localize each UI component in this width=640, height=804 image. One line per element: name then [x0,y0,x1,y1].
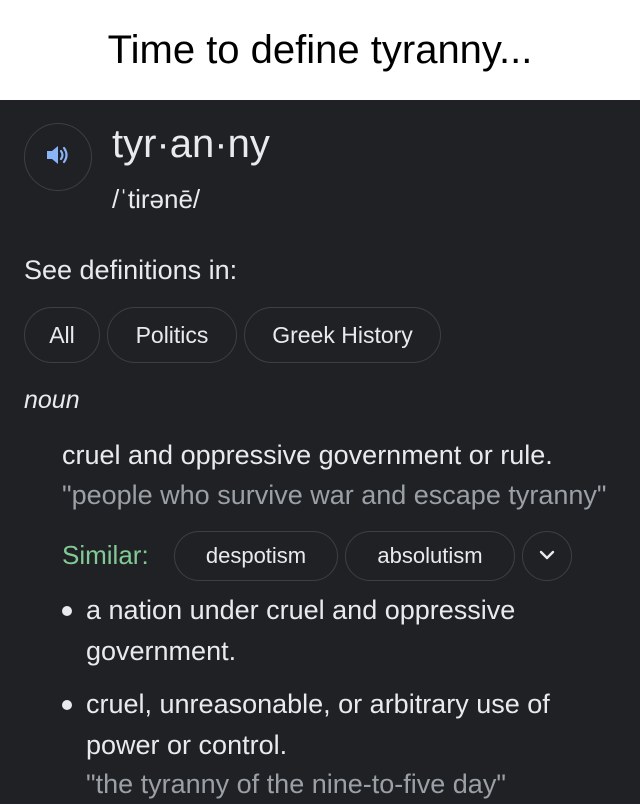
definition-text: cruel and oppressive government or rule. [62,440,553,470]
volume-icon [45,143,71,172]
similar-chip-despotism[interactable]: despotism [174,531,338,581]
sub-definition-text: a nation under cruel and oppressive gove… [86,595,516,666]
sub-definition-example: "the tyranny of the nine-to-five day" [86,769,506,799]
chip-politics-label: Politics [135,321,209,348]
similar-chip-label: absolutism [377,543,483,568]
sub-definition-text: cruel, unreasonable, or arbitrary use of… [86,689,550,760]
chip-all[interactable]: All [24,307,100,363]
bullet-icon [62,606,72,616]
chevron-down-icon [539,547,555,565]
part-of-speech: noun [24,386,80,414]
bullet-icon [62,700,72,710]
similar-label: Similar: [62,540,149,570]
headword: tyr·an·ny [112,122,270,166]
chip-politics[interactable]: Politics [107,307,237,363]
phonetic-spelling: /ˈtirənē/ [112,184,201,214]
similar-chip-label: despotism [205,543,307,568]
chip-greek-history[interactable]: Greek History [244,307,441,363]
see-definitions-label: See definitions in: [24,255,238,285]
meme-caption: Time to define tyranny... [107,27,533,72]
similar-chip-absolutism[interactable]: absolutism [345,531,515,581]
chip-greek-history-label: Greek History [272,321,413,348]
pronunciation-button[interactable] [24,123,92,191]
definition-example: "people who survive war and escape tyran… [62,480,607,510]
dictionary-card: tyr·an·ny /ˈtirənē/ See definitions in: … [0,100,640,804]
expand-similar-button[interactable] [522,531,572,581]
chip-all-label: All [49,321,75,348]
